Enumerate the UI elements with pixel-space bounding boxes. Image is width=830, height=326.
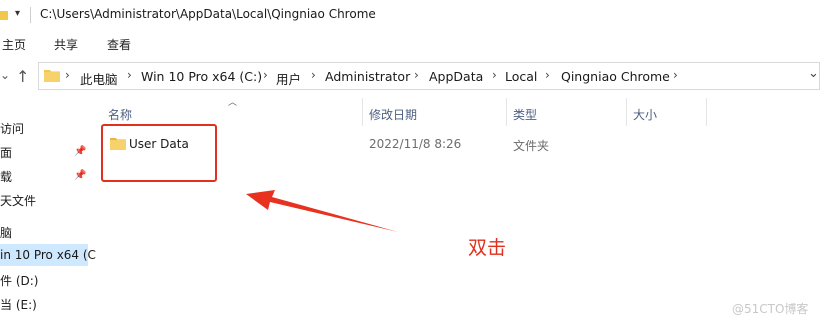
column-header-size[interactable]: 大小 (633, 106, 657, 123)
tab-home[interactable]: 主页 (2, 36, 26, 53)
column-divider[interactable] (362, 98, 363, 126)
pin-icon: 📌 (74, 170, 87, 181)
file-type: 文件夹 (513, 139, 550, 153)
folder-icon (0, 11, 8, 20)
chevron-right-icon[interactable]: › (673, 68, 678, 82)
chevron-right-icon[interactable]: › (311, 68, 316, 82)
breadcrumb-local[interactable]: Local (505, 69, 537, 84)
recent-locations-icon[interactable]: ⌄ (0, 68, 10, 82)
column-divider[interactable] (706, 98, 707, 126)
title-separator (30, 7, 31, 23)
column-divider[interactable] (506, 98, 507, 126)
breadcrumb-appdata[interactable]: AppData (429, 69, 483, 84)
quick-access-dropdown-icon[interactable]: ▾ (15, 8, 20, 19)
nav-item-today-files[interactable]: 天文件 (0, 192, 36, 209)
column-divider[interactable] (626, 98, 627, 126)
address-dropdown-icon[interactable]: ⌄ (808, 66, 819, 81)
annotation-text: 双击 (468, 237, 507, 259)
file-modified-date: 2022/11/8 8:26 (369, 137, 462, 151)
nav-item-quick-access[interactable]: 访问 (0, 120, 24, 137)
watermark: @51CTO博客 (732, 302, 809, 316)
nav-item-c-drive[interactable]: in 10 Pro x64 (C (0, 248, 96, 262)
breadcrumb-this-pc[interactable]: 此电脑 (80, 69, 118, 88)
sort-ascending-icon: ︿ (228, 98, 238, 108)
tab-view[interactable]: 查看 (107, 36, 131, 53)
highlight-box (101, 124, 217, 182)
nav-item-e-drive[interactable]: 当 (E:) (0, 296, 37, 313)
breadcrumb-c-drive[interactable]: Win 10 Pro x64 (C:) (141, 69, 262, 84)
breadcrumb-administrator[interactable]: Administrator (325, 69, 410, 84)
chevron-right-icon[interactable]: › (263, 68, 268, 82)
chevron-right-icon[interactable]: › (65, 68, 70, 82)
column-header-date[interactable]: 修改日期 (369, 106, 417, 123)
folder-icon (44, 70, 60, 82)
breadcrumb-users[interactable]: 用户 (276, 69, 301, 88)
chevron-right-icon[interactable]: › (414, 68, 419, 82)
title-bar: ▾ C:\Users\Administrator\AppData\Local\Q… (0, 0, 830, 30)
nav-item-d-drive[interactable]: 件 (D:) (0, 272, 38, 289)
breadcrumb-qingniao-chrome[interactable]: Qingniao Chrome (561, 69, 670, 84)
chevron-right-icon[interactable]: › (492, 68, 497, 82)
column-header-name[interactable]: 名称 (108, 106, 132, 123)
nav-item-this-pc[interactable]: 脑 (0, 224, 12, 241)
tab-share[interactable]: 共享 (54, 36, 78, 53)
column-header-type[interactable]: 类型 (513, 106, 537, 123)
up-arrow-icon[interactable]: ↑ (16, 67, 29, 86)
pin-icon: 📌 (74, 146, 87, 157)
chevron-right-icon[interactable]: › (545, 68, 550, 82)
annotation-arrow (246, 190, 398, 232)
window-title: C:\Users\Administrator\AppData\Local\Qin… (40, 7, 376, 21)
nav-item-downloads[interactable]: 载 (0, 168, 12, 185)
nav-item-desktop[interactable]: 面 (0, 144, 12, 161)
chevron-right-icon[interactable]: › (127, 68, 132, 82)
